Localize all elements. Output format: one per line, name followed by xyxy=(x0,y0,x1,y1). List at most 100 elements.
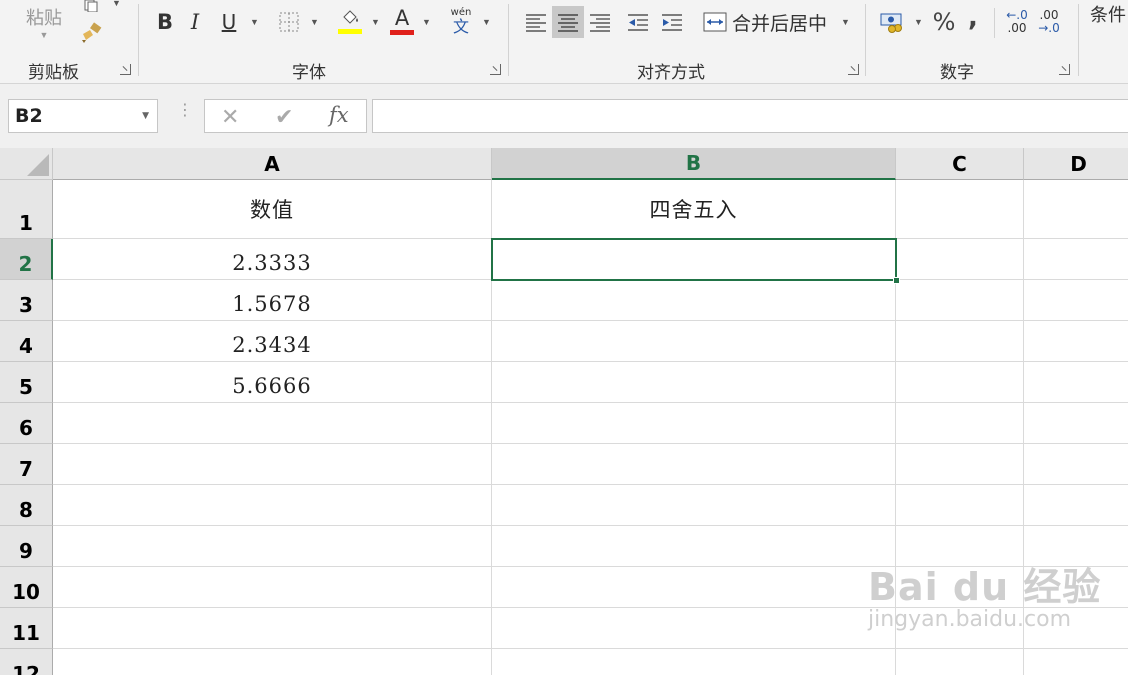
cell-d8[interactable] xyxy=(1024,485,1128,526)
formula-input[interactable] xyxy=(372,99,1128,133)
column-header-b[interactable]: B xyxy=(492,148,896,180)
cell-b8[interactable] xyxy=(492,485,896,526)
cell-d12[interactable] xyxy=(1024,649,1128,675)
borders-dropdown-icon[interactable]: ▼ xyxy=(310,17,319,27)
decrease-indent-icon[interactable] xyxy=(623,6,653,38)
cancel-icon[interactable]: ✕ xyxy=(221,104,239,130)
column-header-c[interactable]: C xyxy=(896,148,1024,180)
cell-c3[interactable] xyxy=(896,280,1024,321)
alignment-launcher-icon[interactable] xyxy=(848,64,859,75)
phonetic-guide-icon[interactable]: wén 文 xyxy=(447,6,475,36)
cell-b5[interactable] xyxy=(492,362,896,403)
increase-indent-icon[interactable] xyxy=(657,6,687,38)
align-right-icon[interactable] xyxy=(585,6,615,38)
cell-d5[interactable] xyxy=(1024,362,1128,403)
cell-d6[interactable] xyxy=(1024,403,1128,444)
decrease-decimal-icon[interactable]: .00 →.0 xyxy=(1034,6,1064,38)
column-header-d[interactable]: D xyxy=(1024,148,1128,180)
percent-style-button[interactable]: % xyxy=(930,6,958,38)
cell-a7[interactable] xyxy=(53,444,492,485)
cell-b4[interactable] xyxy=(492,321,896,362)
phonetic-dropdown-icon[interactable]: ▼ xyxy=(482,17,491,27)
cell-b6[interactable] xyxy=(492,403,896,444)
clipboard-launcher-icon[interactable] xyxy=(120,64,131,75)
cell-a6[interactable] xyxy=(53,403,492,444)
underline-button[interactable]: U xyxy=(217,8,241,36)
fill-handle[interactable] xyxy=(893,277,900,284)
paste-button[interactable]: 粘贴 ▼ xyxy=(20,0,68,44)
cell-c4[interactable] xyxy=(896,321,1024,362)
cell-a2[interactable]: 2.3333 xyxy=(53,239,492,280)
row-header-6[interactable]: 6 xyxy=(0,403,53,444)
paste-dropdown-icon[interactable]: ▼ xyxy=(40,30,49,40)
cell-a11[interactable] xyxy=(53,608,492,649)
insert-function-icon[interactable]: fx xyxy=(329,103,349,127)
row-header-4[interactable]: 4 xyxy=(0,321,53,362)
select-all-button[interactable] xyxy=(0,148,53,180)
cell-d7[interactable] xyxy=(1024,444,1128,485)
cell-b1[interactable]: 四舍五入 xyxy=(492,180,896,239)
comma-style-button[interactable]: , xyxy=(964,2,982,34)
accounting-format-icon[interactable] xyxy=(878,8,908,36)
cell-d1[interactable] xyxy=(1024,180,1128,239)
name-box-dropdown-icon[interactable]: ▼ xyxy=(142,111,149,121)
row-header-8[interactable]: 8 xyxy=(0,485,53,526)
cell-d4[interactable] xyxy=(1024,321,1128,362)
row-header-12[interactable]: 12 xyxy=(0,649,53,675)
fill-color-dropdown-icon[interactable]: ▼ xyxy=(371,17,380,27)
row-header-7[interactable]: 7 xyxy=(0,444,53,485)
cell-a10[interactable] xyxy=(53,567,492,608)
cell-a8[interactable] xyxy=(53,485,492,526)
row-header-10[interactable]: 10 xyxy=(0,567,53,608)
cell-d2[interactable] xyxy=(1024,239,1128,280)
row-header-3[interactable]: 3 xyxy=(0,280,53,321)
italic-button[interactable]: I xyxy=(183,8,207,36)
row-header-5[interactable]: 5 xyxy=(0,362,53,403)
cell-c1[interactable] xyxy=(896,180,1024,239)
name-box[interactable]: B2 ▼ xyxy=(8,99,158,133)
font-launcher-icon[interactable] xyxy=(490,64,501,75)
cell-c7[interactable] xyxy=(896,444,1024,485)
align-center-icon[interactable] xyxy=(552,6,584,38)
cell-a4[interactable]: 2.3434 xyxy=(53,321,492,362)
underline-dropdown-icon[interactable]: ▼ xyxy=(250,17,259,27)
merge-center-button[interactable]: 合并后居中 ▼ xyxy=(703,6,851,38)
cell-b3[interactable] xyxy=(492,280,896,321)
cell-b11[interactable] xyxy=(492,608,896,649)
cell-b10[interactable] xyxy=(492,567,896,608)
align-left-icon[interactable] xyxy=(521,6,551,38)
number-launcher-icon[interactable] xyxy=(1059,64,1070,75)
copy-icon[interactable] xyxy=(80,0,102,12)
cell-c2[interactable] xyxy=(896,239,1024,280)
active-cell-b2[interactable] xyxy=(491,238,900,284)
merge-dropdown-icon[interactable]: ▼ xyxy=(841,17,850,27)
cell-a12[interactable] xyxy=(53,649,492,675)
font-color-dropdown-icon[interactable]: ▼ xyxy=(422,17,431,27)
column-header-a[interactable]: A xyxy=(53,148,492,180)
cell-d3[interactable] xyxy=(1024,280,1128,321)
bold-button[interactable]: B xyxy=(153,8,177,36)
borders-icon[interactable] xyxy=(277,10,301,34)
cell-a9[interactable] xyxy=(53,526,492,567)
row-header-11[interactable]: 11 xyxy=(0,608,53,649)
formula-bar-grip-icon[interactable]: ⋮ xyxy=(177,103,193,119)
row-header-9[interactable]: 9 xyxy=(0,526,53,567)
conditional-formatting-button[interactable]: 条件 xyxy=(1090,0,1126,28)
cell-c8[interactable] xyxy=(896,485,1024,526)
accounting-dropdown-icon[interactable]: ▼ xyxy=(914,17,923,27)
copy-dropdown-icon[interactable]: ▼ xyxy=(112,0,121,8)
font-color-icon[interactable]: A xyxy=(389,6,415,36)
fill-color-icon[interactable] xyxy=(337,6,363,36)
cell-c12[interactable] xyxy=(896,649,1024,675)
enter-icon[interactable]: ✔ xyxy=(275,104,293,130)
format-painter-icon[interactable] xyxy=(78,20,104,46)
cell-c6[interactable] xyxy=(896,403,1024,444)
increase-decimal-icon[interactable]: ←.0 .00 xyxy=(1002,6,1032,38)
row-header-1[interactable]: 1 xyxy=(0,180,53,239)
cell-a1[interactable]: 数值 xyxy=(53,180,492,239)
cell-c5[interactable] xyxy=(896,362,1024,403)
cell-b7[interactable] xyxy=(492,444,896,485)
cell-b9[interactable] xyxy=(492,526,896,567)
cell-a5[interactable]: 5.6666 xyxy=(53,362,492,403)
row-header-2[interactable]: 2 xyxy=(0,239,53,280)
